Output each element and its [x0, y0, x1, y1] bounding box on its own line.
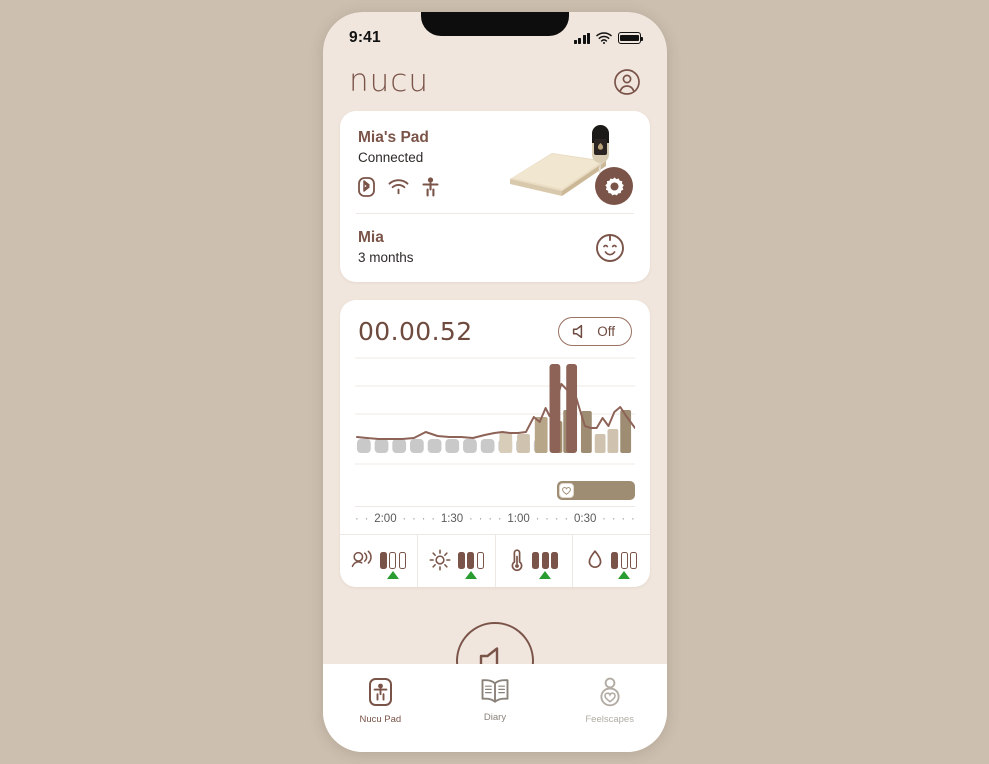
screenshot-stage: 9:41 nucu Mia's Pad Connected Mia 3 mont…	[0, 0, 989, 764]
baby-age: 3 months	[358, 250, 414, 265]
sensor-light[interactable]	[416, 535, 495, 587]
sensor-level-humidity	[611, 551, 638, 579]
monitor-card: 00.00.52 Off · · 2:00 · · · · 1:30 · · ·…	[340, 300, 650, 587]
tab-label: Feelscapes	[585, 714, 634, 725]
sensor-temperature[interactable]	[494, 535, 573, 587]
status-bar: 9:41	[323, 12, 667, 58]
axis-dot: ·	[355, 513, 359, 525]
chart-time-axis: · · 2:00 · · · · 1:30 · · · · 1:00 · · ·…	[355, 506, 635, 525]
sensor-level-temperature	[532, 551, 559, 579]
axis-dot: ·	[545, 513, 550, 525]
phone-frame: 9:41 nucu Mia's Pad Connected Mia 3 mont…	[323, 12, 667, 752]
axis-dot: ·	[554, 513, 559, 525]
tab-nucu-pad[interactable]: Nucu Pad	[323, 677, 438, 725]
device-status: Connected	[358, 150, 424, 165]
chart-bars	[499, 364, 632, 453]
session-timer: 00.00.52	[358, 317, 473, 346]
tab-diary[interactable]: Diary	[438, 677, 553, 723]
axis-dot: ·	[411, 513, 416, 525]
wifi-icon	[596, 32, 612, 44]
axis-dot: ·	[364, 513, 369, 525]
device-card[interactable]: Mia's Pad Connected Mia 3 months	[340, 111, 650, 282]
axis-dot: ·	[402, 513, 407, 525]
axis-label: 0:30	[574, 513, 597, 525]
device-name: Mia's Pad	[358, 129, 429, 146]
trend-up-icon	[386, 570, 399, 579]
baby-info: Mia 3 months	[358, 229, 414, 265]
axis-dot: ·	[478, 513, 483, 525]
axis-dot: ·	[468, 513, 473, 525]
gear-icon	[604, 176, 624, 195]
humidity-icon	[588, 549, 602, 568]
feelscapes-icon	[600, 677, 620, 707]
axis-dot: ·	[488, 513, 493, 525]
axis-dot: ·	[621, 513, 626, 525]
sensor-level-light	[457, 551, 484, 579]
baby-icon	[422, 177, 439, 197]
axis-label: 1:30	[440, 513, 464, 525]
connectivity-icons	[358, 177, 439, 197]
axis-dot: ·	[630, 513, 635, 525]
baby-face-icon	[596, 234, 624, 262]
status-bar-indicators	[574, 32, 644, 44]
battery-full-icon	[618, 32, 644, 44]
monitor-header: 00.00.52 Off	[340, 300, 650, 354]
heart-icon	[559, 483, 574, 498]
axis-dot: ·	[421, 513, 426, 525]
axis-dot: ·	[602, 513, 606, 525]
axis-dot: ·	[497, 513, 502, 525]
sensor-sound[interactable]	[340, 535, 417, 587]
temperature-icon	[511, 549, 523, 572]
sound-icon	[351, 550, 372, 568]
axis-dot: ·	[611, 513, 616, 525]
sensor-humidity[interactable]	[572, 535, 650, 587]
brightness-icon	[429, 549, 451, 571]
trend-up-icon	[539, 570, 552, 579]
axis-label: 1:00	[507, 513, 530, 525]
device-summary-row: Mia's Pad Connected	[340, 111, 650, 213]
chart-canvas	[355, 357, 635, 465]
speaker-icon	[573, 324, 583, 339]
app-logo: nucu	[349, 63, 429, 99]
device-settings-button[interactable]	[595, 167, 633, 205]
nucu-pad-icon	[368, 678, 392, 706]
sound-toggle-label: Off	[597, 324, 615, 339]
axis-dot: ·	[431, 513, 436, 525]
chart-line-series	[355, 383, 635, 440]
book-icon	[481, 679, 509, 703]
activity-chart	[355, 354, 635, 479]
progress-bar-fill	[557, 481, 635, 500]
axis-dot: ·	[564, 513, 569, 525]
sensor-row	[340, 534, 650, 587]
tab-label: Nucu Pad	[359, 714, 402, 725]
tab-label: Diary	[483, 712, 507, 723]
recording-progress	[355, 481, 635, 501]
baby-profile-row[interactable]: Mia 3 months	[340, 214, 650, 282]
status-bar-time: 9:41	[349, 29, 381, 46]
app-header: nucu	[323, 58, 667, 111]
signal-bars-icon	[574, 32, 590, 44]
device-info: Mia's Pad Connected	[358, 129, 439, 197]
baby-name: Mia	[358, 229, 384, 246]
sound-toggle-button[interactable]: Off	[558, 317, 632, 346]
bluetooth-icon	[358, 177, 375, 197]
trend-up-icon	[464, 570, 477, 579]
axis-dot: ·	[535, 513, 540, 525]
sensor-level-sound	[379, 551, 406, 579]
tab-feelscapes[interactable]: Feelscapes	[552, 677, 667, 725]
bottom-tab-bar: Nucu Pad Diary Feelscapes	[323, 664, 667, 752]
axis-label: 2:00	[374, 513, 397, 525]
trend-up-icon	[618, 570, 631, 579]
account-circle-icon[interactable]	[613, 68, 641, 96]
wifi-icon	[388, 179, 409, 195]
